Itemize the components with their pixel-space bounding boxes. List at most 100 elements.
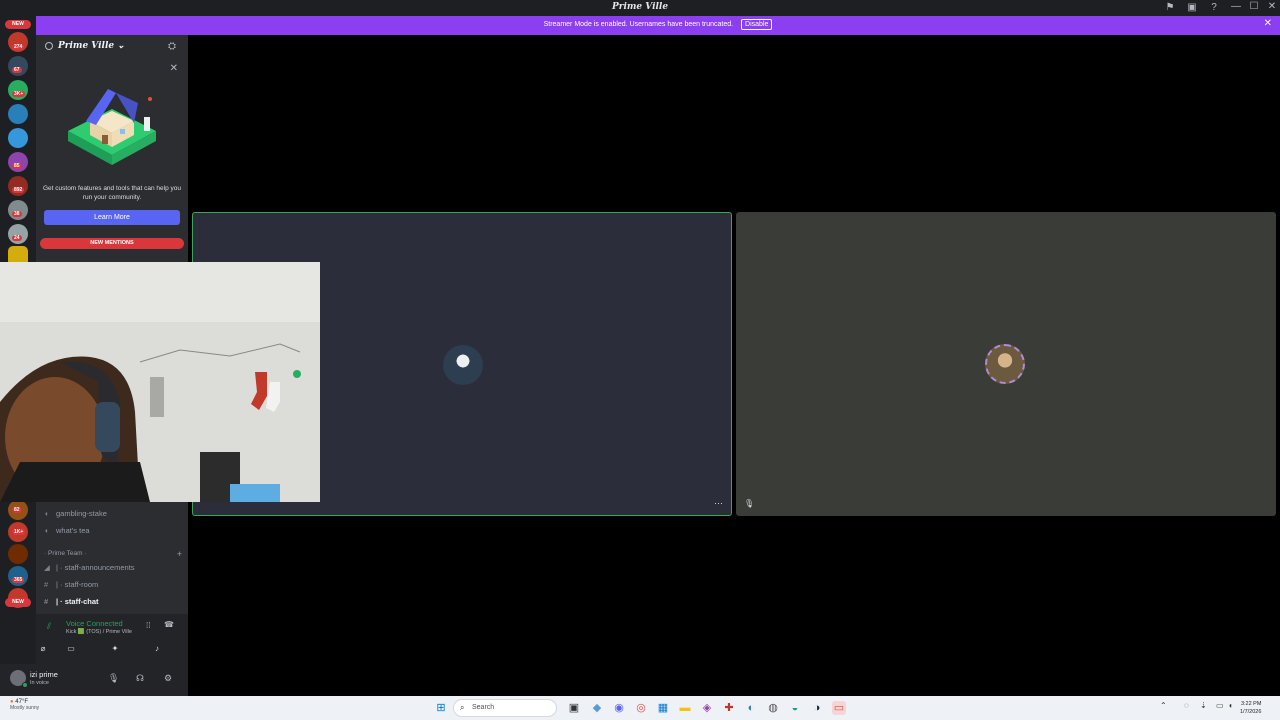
discord-taskbar-icon[interactable]: ◉	[612, 701, 626, 715]
invite-people-icon[interactable]: ⛭	[168, 41, 176, 52]
edge-icon[interactable]: ◒	[788, 701, 802, 715]
voice-status-title[interactable]: Voice Connected	[66, 619, 123, 628]
server-icon[interactable]	[8, 224, 28, 244]
mention-badge: 892	[12, 187, 25, 193]
network-icon[interactable]: ▭	[1216, 701, 1224, 710]
user-panel: izi prime In voice 🎙 ☊ ⚙	[0, 664, 188, 696]
start-menu-icon[interactable]: ⊞	[434, 701, 448, 715]
file-explorer-icon[interactable]: ▬	[678, 701, 692, 715]
soundboard-icon[interactable]: ♪	[142, 642, 172, 656]
new-servers-pill-bottom[interactable]: NEW	[5, 598, 31, 607]
server-icon[interactable]	[8, 152, 28, 172]
system-clock[interactable]: 3:22 PM 1/7/2026	[1240, 700, 1261, 716]
webcam-overlay	[0, 262, 320, 502]
guild-name: Prime Ville ⌄	[58, 41, 125, 51]
participant-avatar	[443, 345, 483, 385]
activities-icon[interactable]: ✦	[100, 642, 130, 656]
app-icon[interactable]: ▭	[832, 701, 846, 715]
server-icon[interactable]	[8, 544, 28, 564]
promo-close-icon[interactable]: ✕	[170, 63, 178, 74]
windows-taskbar: ● 47°F Mostly sunny ⊞ ⌕ Search ▣ ◆ ◉ ◎ ▦…	[0, 696, 1280, 720]
new-mentions-pill[interactable]: NEW MENTIONS	[40, 238, 184, 249]
channel-staff-announcements[interactable]: ◢ | · staff-announcements	[44, 561, 184, 575]
channel-staff-chat[interactable]: # | · staff-chat	[44, 595, 184, 609]
noise-suppression-icon[interactable]: ⁞⁞	[146, 621, 150, 630]
maximize-button[interactable]: ☐	[1244, 1, 1264, 12]
app-icon[interactable]: ◆	[590, 701, 604, 715]
create-channel-icon[interactable]: +	[177, 549, 182, 559]
status-indicator	[22, 682, 28, 688]
mention-badge: 1K+	[12, 529, 26, 535]
announcement-icon: ◢	[44, 563, 50, 572]
category-prime-team[interactable]: · Prime Team · +	[44, 549, 182, 559]
chrome-icon[interactable]: ◎	[634, 701, 648, 715]
help-icon[interactable]: ?	[1208, 2, 1220, 14]
server-icon[interactable]	[8, 176, 28, 196]
learn-more-button[interactable]: Learn More	[44, 210, 180, 225]
weather-widget[interactable]: ● 47°F Mostly sunny	[10, 699, 39, 711]
voice-connected-panel: ⫽ Voice Connected Kick 🟩 (TOS) / Prime V…	[36, 614, 188, 664]
promo-text: Get custom features and tools that can h…	[42, 185, 182, 201]
guild-header[interactable]: Prime Ville ⌄ ⛭	[36, 35, 188, 59]
voice-channel-icon: ◖	[44, 526, 49, 535]
screen-share-icon[interactable]: ▣	[1186, 2, 1198, 14]
disconnect-icon[interactable]: ☎	[164, 620, 174, 629]
server-icon[interactable]	[8, 200, 28, 220]
mention-badge: 274	[12, 44, 25, 50]
tray-app-icon[interactable]: ⇣	[1200, 701, 1207, 710]
close-window-button[interactable]: ✕	[1262, 1, 1280, 12]
voice-channel-icon: ◖	[44, 509, 49, 518]
app-icon[interactable]: ◍	[766, 701, 780, 715]
username[interactable]: izi prime	[30, 670, 58, 679]
window-titlebar: Prime Ville ⚑ ▣ ? — ☐ ✕	[0, 0, 1280, 16]
steam-icon[interactable]: ◑	[810, 701, 824, 715]
mention-badge: 24	[12, 235, 22, 241]
headphones-icon[interactable]: ☊	[136, 673, 144, 684]
guild-boost-icon	[45, 42, 53, 50]
participant-avatar	[985, 344, 1025, 384]
app-icon[interactable]: ✚	[722, 701, 736, 715]
clock-date: 1/7/2026	[1240, 709, 1262, 715]
mention-badge: 38	[12, 211, 22, 217]
store-icon[interactable]: ▦	[656, 701, 670, 715]
server-icon[interactable]	[8, 56, 28, 76]
webcam-feed-image	[0, 262, 320, 502]
signal-icon[interactable]: ⫽	[47, 621, 51, 632]
server-icon[interactable]	[8, 80, 28, 100]
disable-streamer-mode-button[interactable]: Disable	[741, 19, 773, 30]
window-title: Prime Ville	[611, 2, 669, 12]
voice-channel-name[interactable]: Kick 🟩 (TOS) / Prime Ville	[66, 629, 132, 635]
microphone-icon[interactable]: 🎙	[108, 673, 119, 684]
server-icon[interactable]	[8, 104, 28, 124]
settings-gear-icon[interactable]: ⚙	[164, 673, 172, 684]
house-illustration	[68, 89, 156, 165]
hash-icon: #	[44, 580, 49, 589]
camera-off-icon[interactable]: ⌀	[28, 642, 58, 656]
app-icon[interactable]: ◐	[744, 701, 758, 715]
app-icon[interactable]: ◈	[700, 701, 714, 715]
clock-time: 3:22 PM	[1240, 701, 1262, 707]
banner-close-icon[interactable]: ✕	[1264, 18, 1272, 29]
hash-icon: #	[44, 597, 49, 606]
mention-badge: 82	[12, 507, 22, 513]
inbox-icon[interactable]: ⚑	[1164, 2, 1176, 14]
mention-badge: 85	[12, 163, 22, 169]
minimize-button[interactable]: —	[1226, 1, 1246, 12]
channel-whats-tea[interactable]: ◖ what's tea	[44, 524, 184, 538]
new-servers-pill[interactable]: NEW	[5, 20, 31, 29]
server-icon[interactable]	[8, 566, 28, 586]
server-icon[interactable]	[8, 128, 28, 148]
channel-staff-room[interactable]: # | · staff-room	[44, 578, 184, 592]
more-options-icon[interactable]: ⋯	[714, 498, 723, 509]
taskbar-search[interactable]: ⌕ Search	[453, 699, 557, 717]
mention-badge: 365	[12, 577, 25, 583]
participant-tile[interactable]: 🎙	[736, 212, 1276, 516]
titlebar-icons: ⚑ ▣ ?	[1164, 2, 1220, 14]
volume-icon[interactable]: ◖	[1228, 701, 1233, 710]
channel-gambling-stake[interactable]: ◖ gambling-stake	[44, 507, 184, 521]
tray-chevron-icon[interactable]: ⌃	[1160, 701, 1167, 710]
mention-badge: 3K+	[12, 91, 26, 97]
task-view-icon[interactable]: ▣	[567, 701, 581, 715]
tray-app-icon[interactable]: ◌	[1184, 701, 1189, 710]
screen-share-icon[interactable]: ▭	[56, 642, 86, 656]
